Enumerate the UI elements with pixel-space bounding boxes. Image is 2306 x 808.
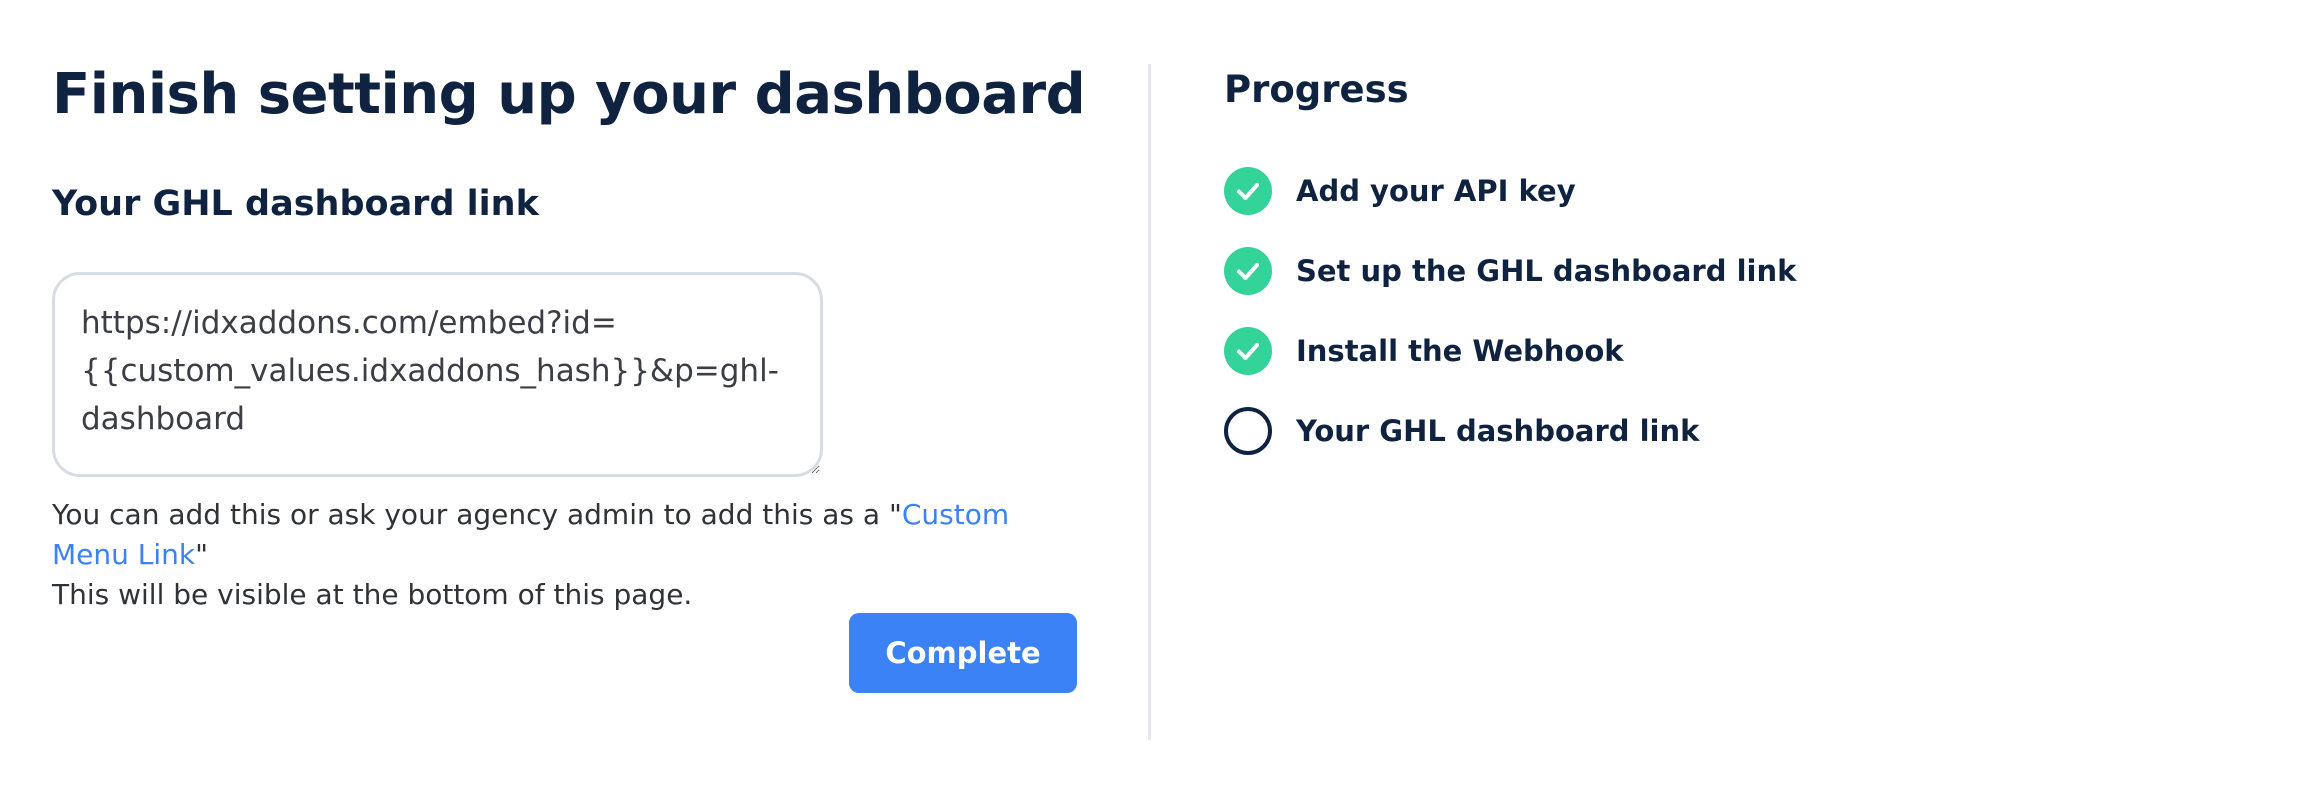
progress-step-label: Your GHL dashboard link xyxy=(1296,414,1700,448)
setup-dashboard-page: Finish setting up your dashboard Your GH… xyxy=(0,0,2306,808)
setup-panel: Finish setting up your dashboard Your GH… xyxy=(52,0,1086,808)
progress-step: Your GHL dashboard link xyxy=(1224,406,1796,456)
column-divider xyxy=(1148,64,1151,740)
progress-title: Progress xyxy=(1224,68,1409,111)
section-title: Your GHL dashboard link xyxy=(52,184,539,224)
progress-step: Add your API key xyxy=(1224,166,1796,216)
help-text-suffix: " xyxy=(195,538,209,571)
progress-steps: Add your API key Set up the GHL dashboar… xyxy=(1224,166,1796,486)
page-title: Finish setting up your dashboard xyxy=(52,62,1086,127)
dashboard-link-textarea[interactable]: https://idxaddons.com/embed?id={{custom_… xyxy=(52,272,823,477)
progress-step-label: Install the Webhook xyxy=(1296,334,1624,368)
check-circle-icon xyxy=(1224,247,1272,295)
help-text-visibility-note: This will be visible at the bottom of th… xyxy=(52,578,693,611)
complete-button[interactable]: Complete xyxy=(849,613,1077,693)
help-text: You can add this or ask your agency admi… xyxy=(52,495,1082,615)
progress-step-label: Set up the GHL dashboard link xyxy=(1296,254,1797,288)
progress-step: Set up the GHL dashboard link xyxy=(1224,246,1796,296)
help-text-prefix: You can add this or ask your agency admi… xyxy=(52,498,902,531)
empty-circle-icon xyxy=(1224,407,1272,455)
progress-step-label: Add your API key xyxy=(1296,174,1576,208)
progress-panel: Progress Add your API key Set up the GHL… xyxy=(1224,0,2224,808)
progress-step: Install the Webhook xyxy=(1224,326,1796,376)
check-circle-icon xyxy=(1224,167,1272,215)
check-circle-icon xyxy=(1224,327,1272,375)
